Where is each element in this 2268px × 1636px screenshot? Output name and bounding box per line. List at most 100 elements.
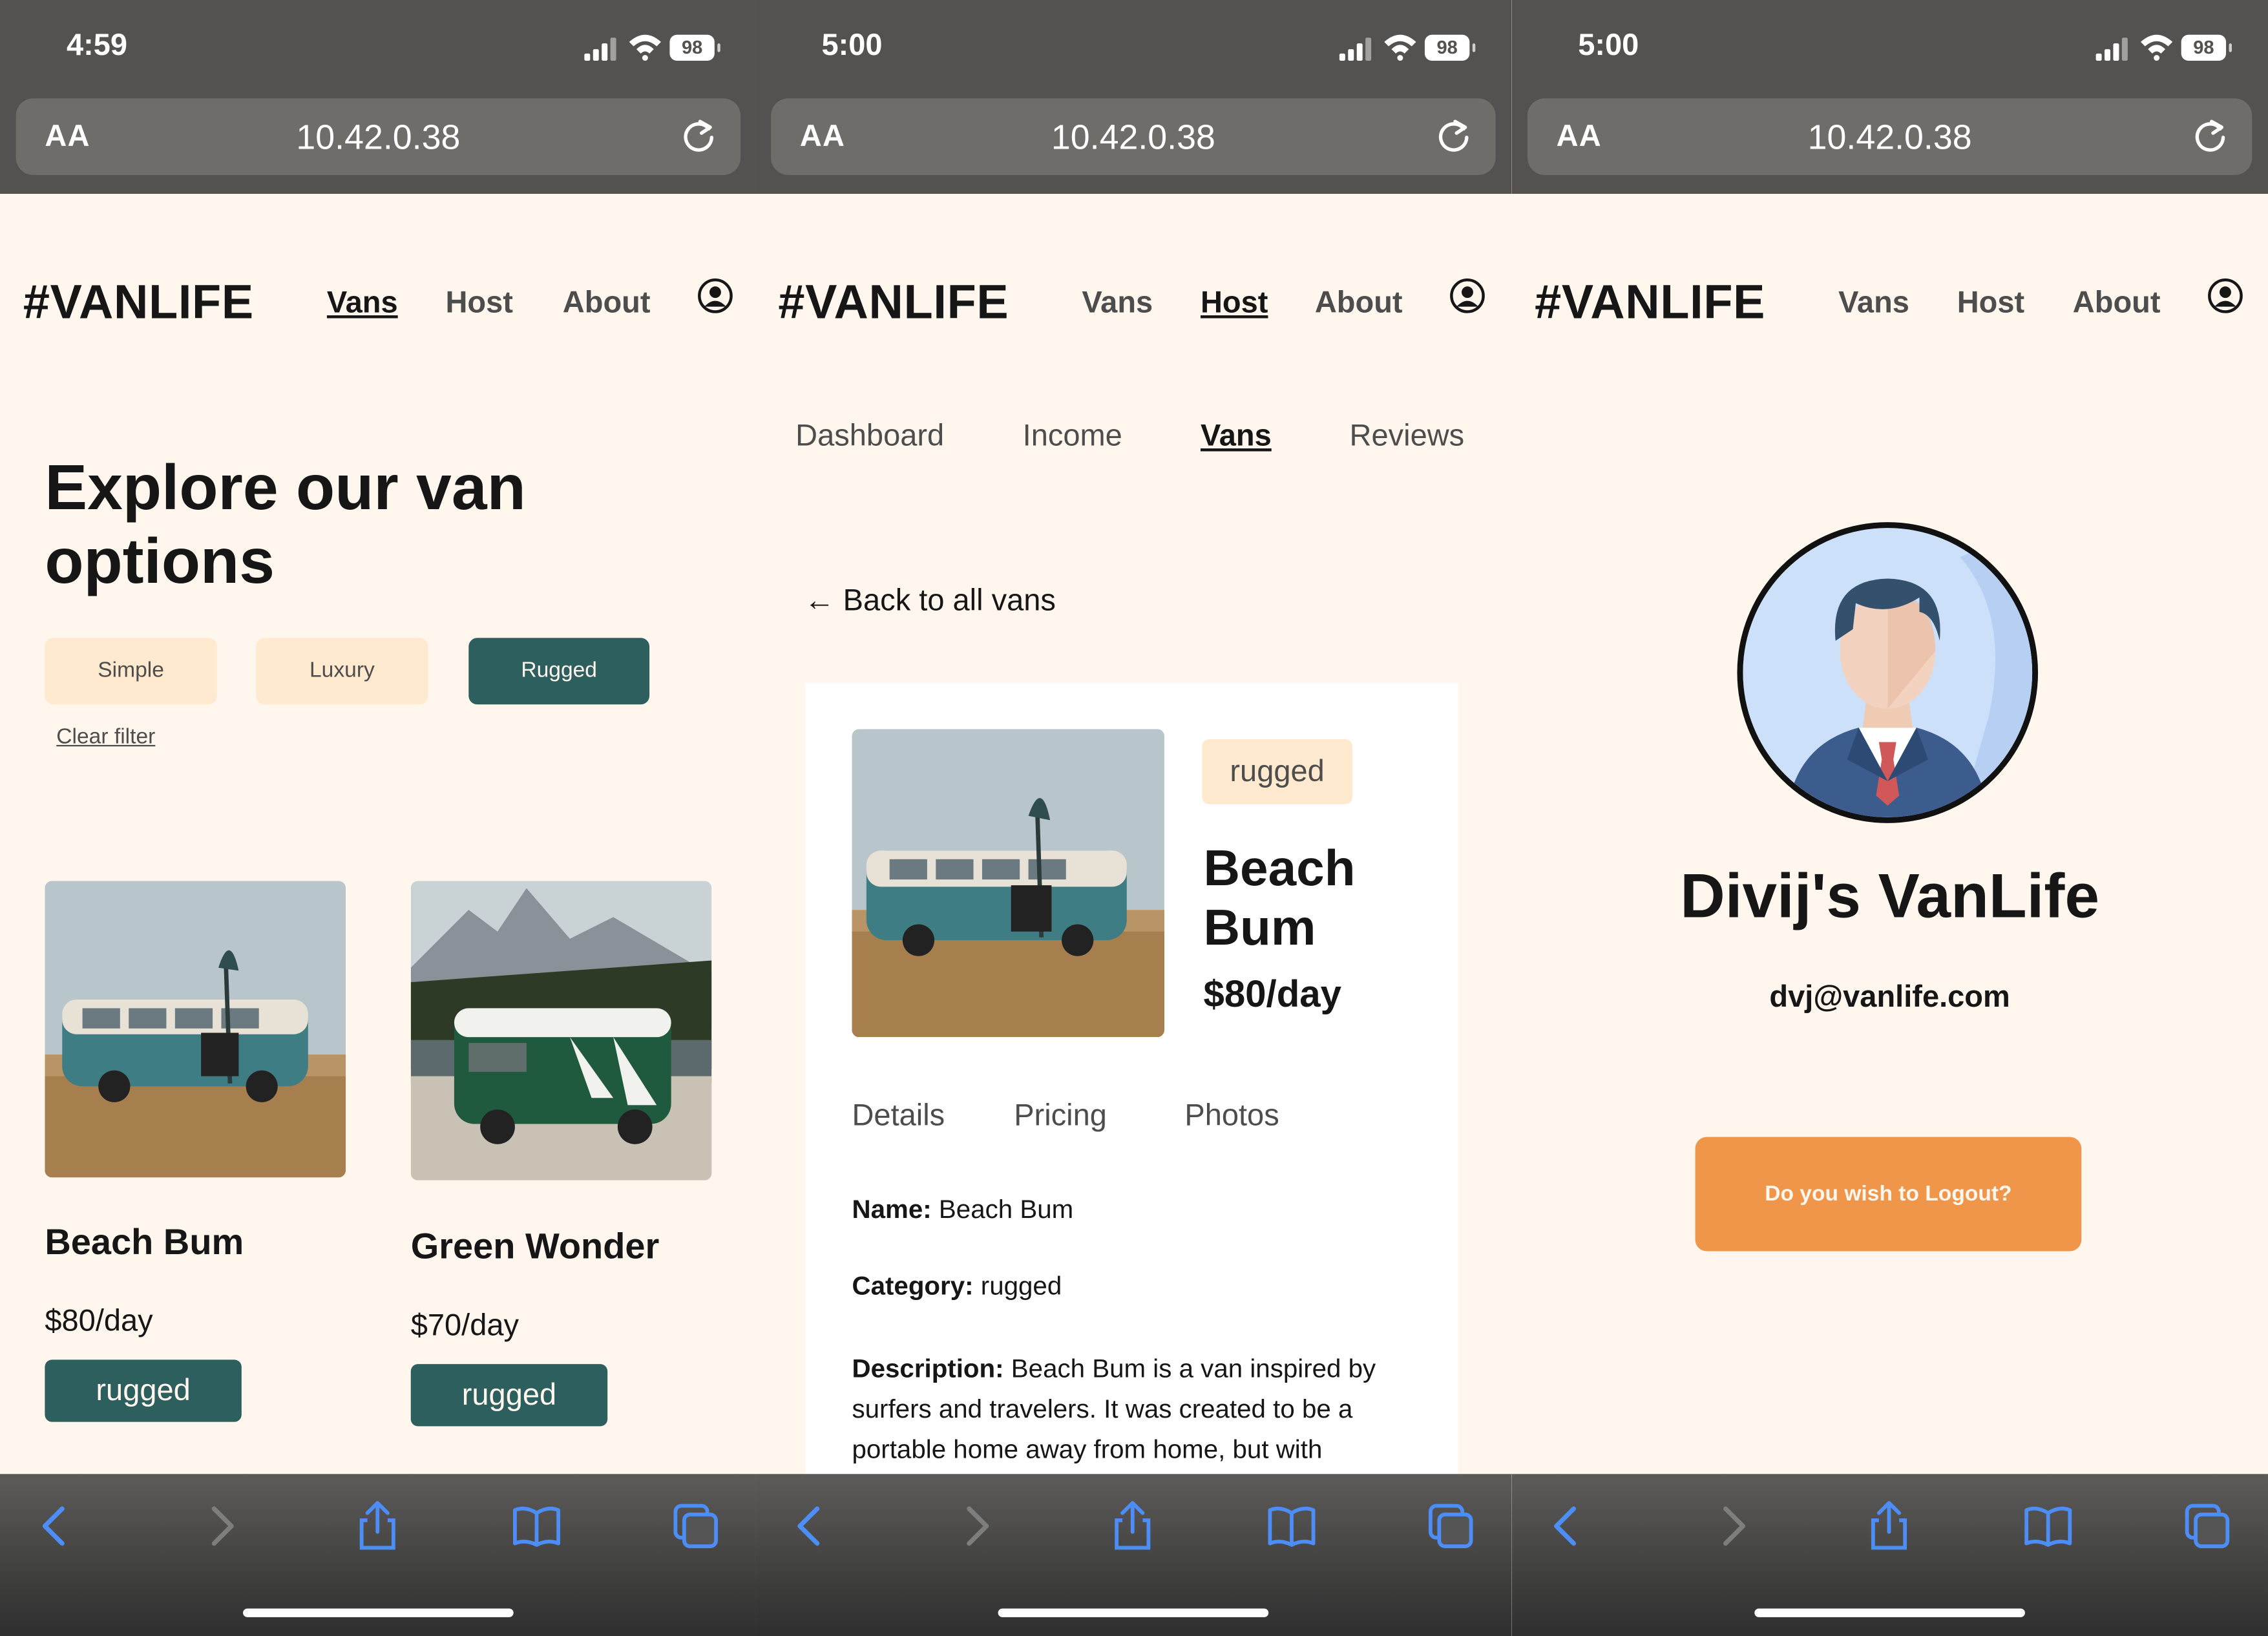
businessman-avatar-icon	[1743, 528, 2033, 817]
tabs-icon[interactable]	[2181, 1500, 2234, 1553]
nav-link-vans[interactable]: Vans	[327, 286, 398, 321]
van-image-green-wonder[interactable]	[410, 881, 712, 1180]
nav-link-vans[interactable]: Vans	[1838, 286, 1909, 321]
forward-arrow-icon[interactable]	[194, 1500, 246, 1553]
cellular-signal-icon	[1339, 37, 1372, 61]
user-circle-icon[interactable]	[697, 278, 733, 314]
forward-arrow-icon[interactable]	[1705, 1500, 1758, 1553]
filter-luxury-button[interactable]: Luxury	[256, 638, 428, 705]
url-text[interactable]: 10.42.0.38	[16, 119, 740, 160]
phone-screen-profile: 5:00 98 AA 10.42.0.38 #VANLIFE Vans Host…	[1511, 0, 2268, 1636]
filter-rugged-button[interactable]: Rugged	[468, 638, 650, 705]
wifi-icon	[1384, 34, 1416, 61]
van-detail-panel: rugged Beach Bum $80/day Details Pricing…	[805, 682, 1458, 1551]
nav-link-host[interactable]: Host	[1957, 286, 2024, 321]
battery-indicator: 98	[2181, 34, 2232, 61]
home-indicator	[1754, 1608, 2025, 1617]
browser-chrome: 4:59 98 AA 10.42.0.38	[0, 0, 757, 194]
phone-screen-host-van-detail: 5:00 98 AA 10.42.0.38 #VANLIFE Vans Host…	[755, 0, 1512, 1636]
van-price: $70/day	[410, 1309, 520, 1343]
detail-name-label: Name:	[852, 1195, 932, 1224]
back-arrow-icon[interactable]	[30, 1500, 83, 1553]
detail-description-row: Description: Beach Bum is a van inspired…	[852, 1348, 1416, 1469]
nav-link-vans[interactable]: Vans	[1082, 286, 1153, 321]
nav-link-about[interactable]: About	[2073, 286, 2161, 321]
tabs-icon[interactable]	[669, 1500, 722, 1553]
user-circle-icon[interactable]	[1449, 278, 1486, 314]
logout-button[interactable]: Do you wish to Logout?	[1695, 1137, 2082, 1252]
filter-simple-button[interactable]: Simple	[45, 638, 217, 705]
bookmarks-icon[interactable]	[1266, 1500, 1318, 1553]
profile-email: dvj@vanlife.com	[1769, 980, 2010, 1014]
van-type-badge: rugged	[1202, 739, 1353, 804]
page-title: Explore our van options	[45, 452, 526, 598]
nav-link-host[interactable]: Host	[1201, 286, 1268, 321]
share-icon[interactable]	[1863, 1500, 1915, 1553]
phone-screen-vans-list: 4:59 98 AA 10.42.0.38 #VANLIFE Vans Host…	[0, 0, 757, 1636]
tab-pricing[interactable]: Pricing	[1014, 1099, 1107, 1134]
status-time: 4:59	[66, 28, 128, 63]
browser-chrome: 5:00 98 AA 10.42.0.38	[755, 0, 1512, 194]
beach-bum-van-photo	[852, 729, 1165, 1038]
van-name[interactable]: Green Wonder	[411, 1226, 660, 1268]
address-bar[interactable]: AA 10.42.0.38	[771, 98, 1496, 175]
site-logo[interactable]: #VANLIFE	[1535, 275, 1765, 330]
back-to-all-vans-link[interactable]: ← Back to all vans	[804, 584, 1056, 619]
bookmarks-icon[interactable]	[510, 1500, 563, 1553]
beach-bum-van-photo	[45, 881, 346, 1178]
reload-icon[interactable]	[2191, 117, 2229, 154]
detail-name-row: Name: Beach Bum	[852, 1195, 1073, 1225]
van-name: Beach Bum	[1203, 840, 1356, 956]
back-arrow-icon[interactable]	[1542, 1500, 1594, 1553]
share-icon[interactable]	[1106, 1500, 1159, 1553]
wifi-icon	[629, 34, 662, 61]
nav-link-about[interactable]: About	[1315, 286, 1403, 321]
home-indicator	[243, 1608, 514, 1617]
subnav-income[interactable]: Income	[1023, 419, 1122, 454]
site-header: #VANLIFE Vans Host About	[1511, 246, 2268, 362]
cellular-signal-icon	[584, 37, 616, 61]
reload-icon[interactable]	[680, 117, 717, 154]
browser-toolbar	[1511, 1474, 2268, 1636]
url-text[interactable]: 10.42.0.38	[1528, 119, 2252, 160]
url-text[interactable]: 10.42.0.38	[771, 119, 1495, 160]
share-icon[interactable]	[352, 1500, 404, 1553]
van-type-badge: rugged	[410, 1364, 608, 1427]
detail-category-value: rugged	[980, 1271, 1062, 1301]
battery-indicator: 98	[669, 34, 720, 61]
forward-arrow-icon[interactable]	[949, 1500, 1001, 1553]
subnav-reviews[interactable]: Reviews	[1350, 419, 1465, 454]
detail-category-label: Category:	[852, 1271, 974, 1301]
van-type-badge: rugged	[45, 1359, 242, 1422]
site-header: #VANLIFE Vans Host About	[755, 246, 1512, 362]
browser-toolbar	[755, 1474, 1512, 1636]
profile-name: Divij's VanLife	[1680, 862, 2100, 932]
status-time: 5:00	[1578, 28, 1639, 63]
user-circle-icon[interactable]	[2207, 278, 2243, 314]
site-logo[interactable]: #VANLIFE	[778, 275, 1009, 330]
tab-details[interactable]: Details	[852, 1099, 945, 1134]
subnav-dashboard[interactable]: Dashboard	[795, 419, 944, 454]
van-image-beach-bum[interactable]	[45, 881, 346, 1178]
wifi-icon	[2141, 34, 2173, 61]
van-name[interactable]: Beach Bum	[45, 1222, 244, 1264]
detail-name-value: Beach Bum	[938, 1195, 1074, 1224]
subnav-vans[interactable]: Vans	[1201, 419, 1272, 454]
bookmarks-icon[interactable]	[2022, 1500, 2074, 1553]
site-header: #VANLIFE Vans Host About	[0, 246, 757, 362]
nav-link-about[interactable]: About	[563, 286, 651, 321]
detail-description-label: Description:	[852, 1354, 1004, 1383]
browser-chrome: 5:00 98 AA 10.42.0.38	[1511, 0, 2268, 194]
green-wonder-van-photo	[410, 881, 712, 1180]
tab-photos[interactable]: Photos	[1184, 1099, 1279, 1134]
tabs-icon[interactable]	[1425, 1500, 1477, 1553]
clear-filter-link[interactable]: Clear filter	[56, 725, 155, 750]
address-bar[interactable]: AA 10.42.0.38	[1527, 98, 2252, 175]
status-time: 5:00	[821, 28, 883, 63]
reload-icon[interactable]	[1435, 117, 1473, 154]
back-arrow-icon[interactable]	[786, 1500, 838, 1553]
site-logo[interactable]: #VANLIFE	[23, 275, 254, 330]
nav-link-host[interactable]: Host	[445, 286, 512, 321]
address-bar[interactable]: AA 10.42.0.38	[16, 98, 741, 175]
home-indicator	[998, 1608, 1269, 1617]
